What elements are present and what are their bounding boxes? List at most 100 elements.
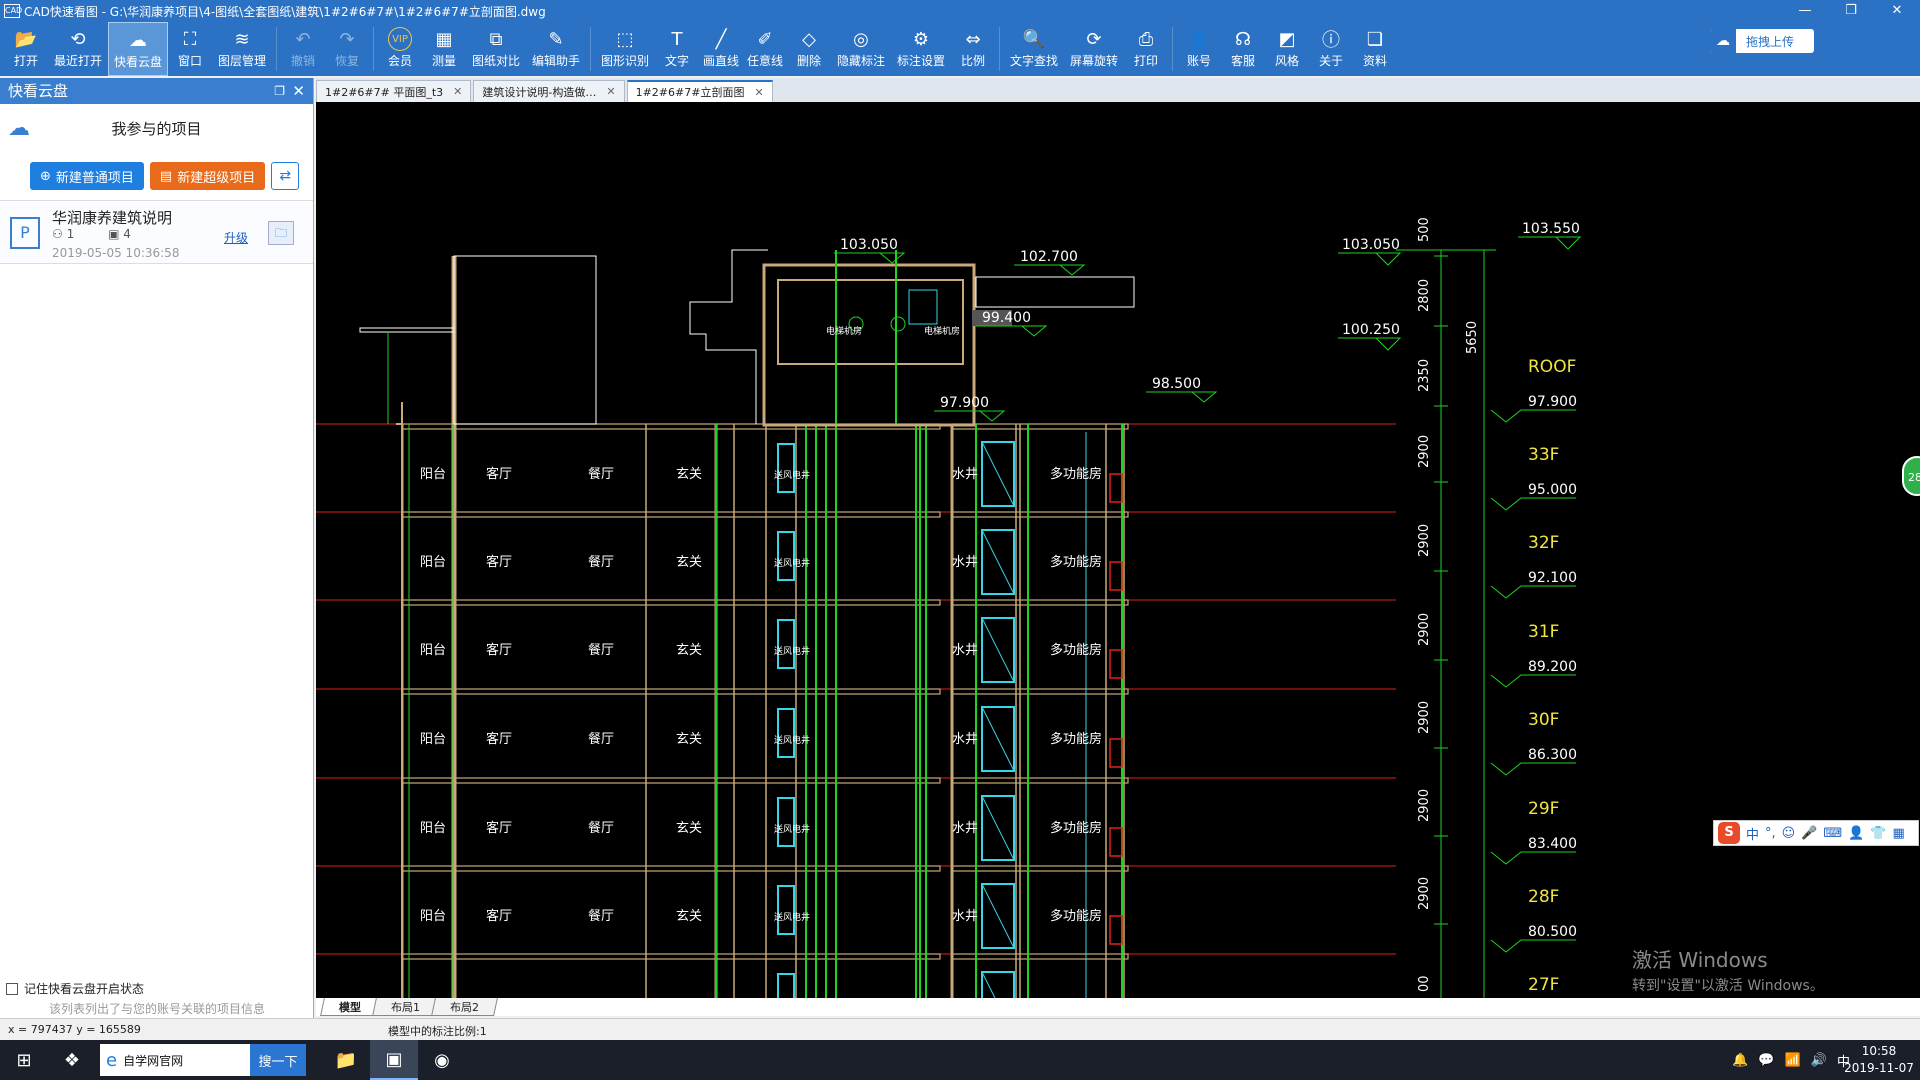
room-label: 玄关 bbox=[676, 909, 702, 924]
close-panel-icon[interactable]: ✕ bbox=[292, 78, 305, 104]
duct-shaft bbox=[777, 797, 795, 847]
task-view-icon[interactable]: ❖ bbox=[48, 1040, 96, 1080]
room-label: 阳台 bbox=[420, 555, 446, 570]
toolbar-freehand-button[interactable]: ✐ 任意线 bbox=[743, 22, 787, 76]
upgrade-link[interactable]: 升级 bbox=[224, 229, 248, 246]
notification-icon[interactable]: 🔔 bbox=[1732, 1053, 1748, 1068]
keyboard-icon[interactable]: ⌨ bbox=[1823, 826, 1842, 841]
drag-upload-button[interactable]: ☁ 拖拽上传 bbox=[1710, 29, 1814, 53]
windows-start-icon[interactable]: ⊞ bbox=[0, 1040, 48, 1080]
punctuation-icon[interactable]: °, bbox=[1765, 826, 1776, 841]
sidebar-hint: 该列表列出了与您的账号关联的项目信息 bbox=[48, 1002, 265, 1016]
floor-slab bbox=[951, 865, 1129, 872]
toolbar-eraser-button[interactable]: ◇ 删除 bbox=[787, 22, 831, 76]
floor-slab bbox=[951, 953, 1129, 960]
toolbar-headset-button[interactable]: ☊ 客服 bbox=[1221, 22, 1265, 76]
machine-symbol bbox=[890, 316, 906, 332]
cad-canvas[interactable]: 阳台 客厅 餐厅 玄关 送风电井 水井 多功能房 阳台 客厅 餐厅 玄关 送风电井 水井 多功能房 阳台 客厅… bbox=[316, 102, 1920, 998]
close-tab-icon[interactable]: ✕ bbox=[453, 85, 462, 98]
project-item[interactable]: P 华润康养建筑说明 ⚇ 1 ▣ 4 2019-05-05 10:36:58 升… bbox=[0, 200, 313, 264]
taskbar-search-input[interactable]: e 自学网官网 bbox=[100, 1044, 250, 1076]
room-label: 餐厅 bbox=[588, 731, 614, 747]
toolbar-line-button[interactable]: ╱ 画直线 bbox=[699, 22, 743, 76]
clock[interactable]: 10:58 2019-11-07 bbox=[1844, 1043, 1914, 1077]
browser-360-icon[interactable]: ◉ bbox=[418, 1040, 466, 1080]
refresh-button[interactable]: ⇄ bbox=[271, 162, 300, 190]
toolbar-redo-button[interactable]: ↷ 恢复 bbox=[325, 22, 369, 76]
network-icon[interactable]: 📶 bbox=[1785, 1053, 1801, 1068]
floor-name-label: ROOF bbox=[1528, 357, 1576, 377]
toolbar-layers-button[interactable]: ≋ 图层管理 bbox=[212, 22, 272, 76]
new-normal-project-button[interactable]: ⊕ 新建普通项目 bbox=[30, 162, 144, 190]
remember-state-option[interactable]: 记住快看云盘开启状态 bbox=[6, 980, 144, 997]
toolbar-style-button[interactable]: ◩ 风格 bbox=[1265, 22, 1309, 76]
close-tab-icon[interactable]: ✕ bbox=[754, 86, 763, 99]
toolbar-cloud-button[interactable]: ☁ 快看云盘 bbox=[108, 22, 168, 76]
layout-tab[interactable]: 布局1 bbox=[372, 998, 439, 1016]
user-icon[interactable]: 👤 bbox=[1848, 826, 1864, 841]
toolbar-docs-button[interactable]: ❏ 资料 bbox=[1353, 22, 1397, 76]
search-button[interactable]: 搜一下 bbox=[250, 1044, 306, 1076]
toolbar-shape-recognition-button[interactable]: ⬚ 图形识别 bbox=[595, 22, 655, 76]
file-explorer-icon[interactable]: 📁 bbox=[322, 1040, 370, 1080]
toolbar-label: 图形识别 bbox=[600, 54, 649, 68]
microphone-icon[interactable]: 🎤 bbox=[1801, 826, 1817, 841]
volume-icon[interactable]: 🔊 bbox=[1811, 1053, 1827, 1068]
toolbar-print-button[interactable]: ⎙ 打印 bbox=[1124, 22, 1168, 76]
doc-tab[interactable]: 1#2#6#7# 平面图_t3 ✕ bbox=[316, 80, 472, 102]
toolbar-rotate-screen-button[interactable]: ⟳ 屏幕旋转 bbox=[1064, 22, 1124, 76]
water-shaft-x bbox=[981, 441, 1015, 507]
toolbar-history-button[interactable]: ⟲ 最近打开 bbox=[48, 22, 108, 76]
room-label: 客厅 bbox=[486, 466, 512, 482]
toolbar-separator bbox=[1172, 27, 1173, 71]
new-super-project-button[interactable]: ▤ 新建超级项目 bbox=[149, 162, 266, 190]
ime-language[interactable]: 中 bbox=[1746, 824, 1759, 843]
close-button[interactable]: ✕ bbox=[1874, 0, 1920, 22]
toolbar-text-button[interactable]: T 文字 bbox=[655, 22, 699, 76]
toolbar-scale-button[interactable]: ⇔ 比例 bbox=[951, 22, 995, 76]
grid-menu-icon[interactable]: ▦ bbox=[1893, 826, 1905, 841]
remember-checkbox[interactable] bbox=[6, 982, 18, 995]
toolbar-info-button[interactable]: ⓘ 关于 bbox=[1309, 22, 1353, 76]
search-text: 自学网官网 bbox=[123, 1053, 184, 1068]
compare-icon: ⧉ bbox=[489, 28, 503, 50]
cad-app-taskbar-icon[interactable]: ▣ bbox=[370, 1040, 418, 1080]
open-folder-button[interactable]: 🗀 bbox=[268, 221, 294, 245]
title-bar: CAD CAD快速看图 - G:\华润康养项目\4-图纸\全套图纸\建筑\1#2… bbox=[0, 0, 1920, 22]
ie-icon: e bbox=[106, 1049, 118, 1071]
layout-tabs: 模型 布局1 布局2 bbox=[316, 998, 1920, 1016]
room-label: 多功能房 bbox=[1050, 642, 1102, 658]
toolbar-vip-button[interactable]: VIP 会员 bbox=[378, 22, 422, 76]
room-label: 阳台 bbox=[420, 821, 446, 836]
maximize-button[interactable]: ❐ bbox=[1828, 0, 1874, 22]
ime-toolbar[interactable]: S 中 °, ☺ 🎤 ⌨ 👤 👕 ▦ bbox=[1713, 820, 1919, 846]
floating-badge[interactable]: 28 bbox=[1902, 456, 1920, 496]
restore-panel-icon[interactable]: ❐ bbox=[274, 78, 285, 104]
toolbar-text-search-button[interactable]: 🔍 文字查找 bbox=[1004, 22, 1064, 76]
toolbar-label: 窗口 bbox=[177, 54, 202, 68]
skin-icon[interactable]: 👕 bbox=[1870, 826, 1886, 841]
toolbar-edit-assistant-button[interactable]: ✎ 编辑助手 bbox=[526, 22, 586, 76]
dimension-text: 2800 bbox=[1417, 279, 1432, 312]
toolbar-annotation-settings-button[interactable]: ⚙ 标注设置 bbox=[891, 22, 951, 76]
emoji-icon[interactable]: ☺ bbox=[1782, 826, 1796, 841]
doc-tab[interactable]: 建筑设计说明-构造做… ✕ bbox=[473, 80, 625, 102]
toolbar-undo-button[interactable]: ↶ 撤销 bbox=[281, 22, 325, 76]
room-label: 玄关 bbox=[676, 732, 702, 747]
toolbar-window-button[interactable]: ⛶ 窗口 bbox=[168, 22, 212, 76]
close-tab-icon[interactable]: ✕ bbox=[606, 85, 615, 98]
eraser-icon: ◇ bbox=[802, 28, 816, 50]
toolbar-folder-open-button[interactable]: 📂 打开 bbox=[4, 22, 48, 76]
toolbar-account-button[interactable]: 👤 账号 bbox=[1177, 22, 1221, 76]
layout-tab[interactable]: 布局2 bbox=[431, 998, 498, 1016]
level-marker bbox=[1490, 674, 1576, 688]
roof-canopy bbox=[975, 276, 1135, 308]
wechat-icon[interactable]: 💬 bbox=[1758, 1053, 1774, 1068]
toolbar-compare-button[interactable]: ⧉ 图纸对比 bbox=[466, 22, 526, 76]
doc-tab[interactable]: 1#2#6#7#立剖面图 ✕ bbox=[626, 80, 773, 102]
toolbar-hide-annotation-button[interactable]: ◎ 隐藏标注 bbox=[831, 22, 891, 76]
toolbar-measure-button[interactable]: ▦ 测量 bbox=[422, 22, 466, 76]
layout-tab[interactable]: 模型 bbox=[320, 998, 380, 1016]
duct-shaft bbox=[777, 708, 795, 758]
minimize-button[interactable]: — bbox=[1782, 0, 1828, 22]
